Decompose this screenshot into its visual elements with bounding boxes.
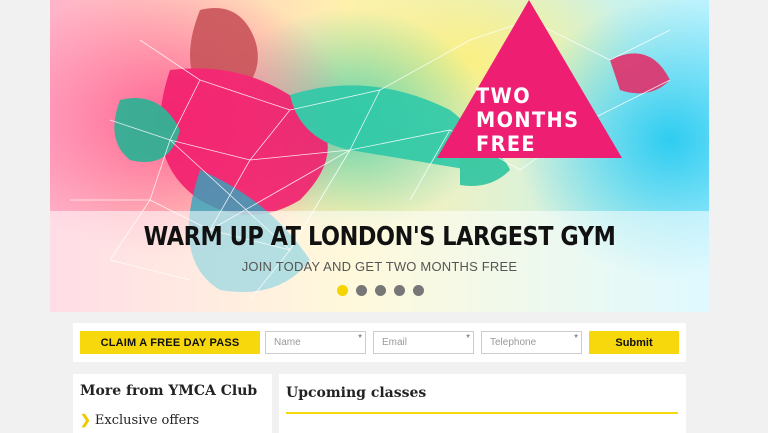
hero-title: WARM UP AT LONDON'S LARGEST GYM bbox=[143, 222, 616, 252]
name-field-wrapper: * bbox=[265, 331, 366, 354]
name-input[interactable] bbox=[266, 332, 365, 353]
promo-text: TWO MONTHS FREE bbox=[476, 84, 605, 156]
name-required-mark: * bbox=[358, 333, 362, 344]
email-input[interactable] bbox=[374, 332, 473, 353]
more-from-title: More from YMCA Club bbox=[80, 383, 258, 399]
email-required-mark: * bbox=[466, 333, 470, 344]
slider-dots bbox=[337, 285, 424, 296]
chevron-right-icon: ❯ bbox=[80, 413, 91, 428]
slider-dot-5[interactable] bbox=[413, 285, 424, 296]
submit-button[interactable]: Submit bbox=[589, 331, 679, 354]
slider-dot-1[interactable] bbox=[337, 285, 348, 296]
upcoming-classes-panel: Upcoming classes bbox=[279, 374, 686, 433]
hero-banner: WARM UP AT LONDON'S LARGEST GYM JOIN TOD… bbox=[50, 0, 709, 312]
telephone-required-mark: * bbox=[574, 333, 578, 344]
sidebar-item-exclusive-offers[interactable]: ❯ Exclusive offers bbox=[80, 413, 199, 428]
email-field-wrapper: * bbox=[373, 331, 474, 354]
sidebar-item-label: Exclusive offers bbox=[94, 413, 200, 428]
title-underline bbox=[286, 412, 678, 414]
telephone-field-wrapper: * bbox=[481, 331, 582, 354]
upcoming-classes-title: Upcoming classes bbox=[286, 385, 427, 401]
slider-dot-2[interactable] bbox=[356, 285, 367, 296]
hero-subtitle: JOIN TODAY AND GET TWO MONTHS FREE bbox=[241, 259, 518, 274]
claim-day-pass-label: CLAIM A FREE DAY PASS bbox=[80, 331, 260, 354]
promo-line-3: FREE bbox=[476, 132, 537, 156]
promo-line-2: MONTHS bbox=[476, 108, 580, 132]
promo-line-1: TWO bbox=[476, 84, 532, 108]
slider-dot-3[interactable] bbox=[375, 285, 386, 296]
more-from-panel: More from YMCA Club ❯ Exclusive offers bbox=[73, 374, 272, 433]
slider-dot-4[interactable] bbox=[394, 285, 405, 296]
telephone-input[interactable] bbox=[482, 332, 581, 353]
day-pass-form: CLAIM A FREE DAY PASS * * * Submit bbox=[73, 323, 686, 362]
